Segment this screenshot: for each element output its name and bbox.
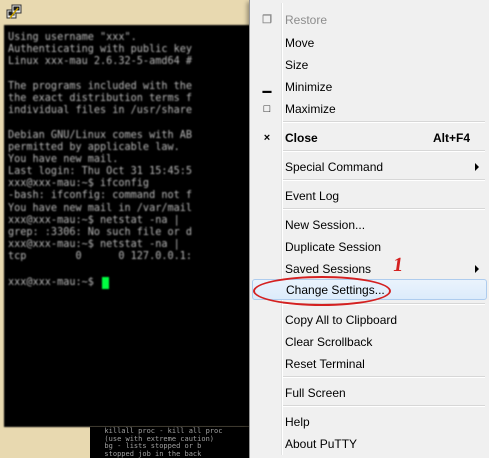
menu-separator: [283, 150, 485, 152]
terminal-prompt-line[interactable]: xxx@xxx-mau:~$: [8, 276, 270, 290]
menu-item-special-command[interactable]: Special Command: [252, 156, 487, 177]
menu-separator: [283, 405, 485, 407]
menu-separator: [283, 179, 485, 181]
menu-item-duplicate-session[interactable]: Duplicate Session: [252, 236, 487, 257]
background-terminal-line: stopped job in the back: [96, 449, 202, 458]
maximize-icon: □: [263, 102, 271, 115]
menu-item-clear-scrollback[interactable]: Clear Scrollback: [252, 331, 487, 352]
menu-separator: [283, 376, 485, 378]
restore-icon: ❐: [262, 14, 272, 26]
terminal-line: xxx@xxx-mau:~$ netstat -na |: [8, 214, 186, 226]
menu-separator: [283, 121, 485, 123]
menu-item-event-log[interactable]: Event Log: [252, 185, 487, 206]
menu-item-label: Help: [285, 414, 310, 429]
menu-item-minimize[interactable]: ▁ Minimize: [252, 76, 487, 97]
menu-item-label: Copy All to Clipboard: [285, 312, 398, 327]
menu-separator: [283, 303, 485, 305]
menu-item-label: Move: [285, 35, 315, 50]
menu-item-reset-terminal[interactable]: Reset Terminal: [252, 353, 487, 374]
terminal-line: the exact distribution terms f: [8, 92, 193, 104]
terminal-line: The programs included with the: [8, 80, 193, 92]
terminal-line: You have new mail in /var/mail: [8, 202, 193, 214]
menu-item-size[interactable]: Size: [252, 54, 487, 75]
terminal-line: Last login: Thu Oct 31 15:45:5: [8, 166, 193, 178]
menu-item-restore: ❐ Restore: [252, 9, 487, 30]
menu-separator: [283, 208, 485, 210]
terminal-line: xxx@xxx-mau:~$ ifconfig: [8, 178, 150, 190]
menu-item-label: Event Log: [285, 188, 340, 203]
system-context-menu: ❐ Restore Move Size ▁ Minimize □ Maximize × Close…: [249, 0, 489, 458]
terminal-prompt: xxx@xxx-mau:~$: [8, 276, 94, 288]
submenu-arrow-icon: [475, 162, 479, 171]
terminal-line: xxx@xxx-mau:~$ netstat -na |: [8, 239, 186, 251]
menu-item-label: Special Command: [285, 159, 384, 174]
minimize-icon: ▁: [262, 81, 272, 93]
close-icon: ×: [263, 131, 271, 144]
menu-item-label: New Session...: [285, 217, 366, 232]
menu-item-label: Maximize: [285, 101, 336, 116]
terminal-screen[interactable]: Using username "xxx". Authenticating with…: [4, 25, 270, 427]
menu-item-label: About PuTTY: [285, 436, 358, 451]
menu-item-label: Reset Terminal: [285, 356, 365, 371]
menu-item-move[interactable]: Move: [252, 32, 487, 53]
menu-item-saved-sessions[interactable]: Saved Sessions: [252, 258, 487, 279]
terminal-line: You have new mail.: [8, 153, 119, 165]
menu-item-label: Saved Sessions: [285, 261, 372, 276]
menu-item-maximize[interactable]: □ Maximize: [252, 98, 487, 119]
menu-item-label: Change Settings...: [286, 282, 385, 297]
menu-item-label: Close: [285, 130, 318, 145]
menu-item-label: Duplicate Session: [285, 239, 382, 254]
terminal-line: grep: :3306: No such file or d: [8, 227, 193, 238]
terminal-cursor: [101, 276, 109, 289]
menu-item-label: Clear Scrollback: [285, 334, 373, 349]
menu-item-change-settings[interactable]: Change Settings...: [252, 279, 487, 300]
terminal-line: Using username "xxx".: [8, 32, 137, 43]
menu-item-label: Minimize: [285, 79, 333, 94]
terminal-line: tcp 0 0 127.0.0.1:: [8, 251, 193, 263]
menu-item-close[interactable]: × Close Alt+F4: [252, 127, 487, 148]
menu-item-new-session[interactable]: New Session...: [252, 214, 487, 235]
submenu-arrow-icon: [475, 264, 479, 273]
terminal-line: individual files in /usr/share: [8, 105, 193, 117]
terminal-line: Authenticating with public key: [8, 44, 193, 56]
menu-item-label: Size: [285, 57, 309, 72]
background-terminal: killall proc - kill all proc (use with e…: [90, 427, 260, 458]
menu-item-help[interactable]: Help: [252, 411, 487, 432]
menu-item-about-putty[interactable]: About PuTTY: [252, 433, 487, 454]
menu-item-label: Full Screen: [285, 385, 346, 400]
menu-item-full-screen[interactable]: Full Screen: [252, 382, 487, 403]
terminal-line: permitted by applicable law.: [8, 141, 180, 153]
menu-item-label: Restore: [285, 12, 328, 27]
menu-item-copy-all-to-clipboard[interactable]: Copy All to Clipboard: [252, 309, 487, 330]
terminal-line: Debian GNU/Linux comes with AB: [8, 129, 193, 141]
putty-app-icon[interactable]: [6, 4, 22, 20]
terminal-line: Linux xxx-mau 2.6.32-5-amd64 #: [8, 56, 193, 68]
menu-item-shortcut: Alt+F4: [433, 130, 471, 145]
terminal-line: -bash: ifconfig: command not f: [8, 190, 193, 202]
